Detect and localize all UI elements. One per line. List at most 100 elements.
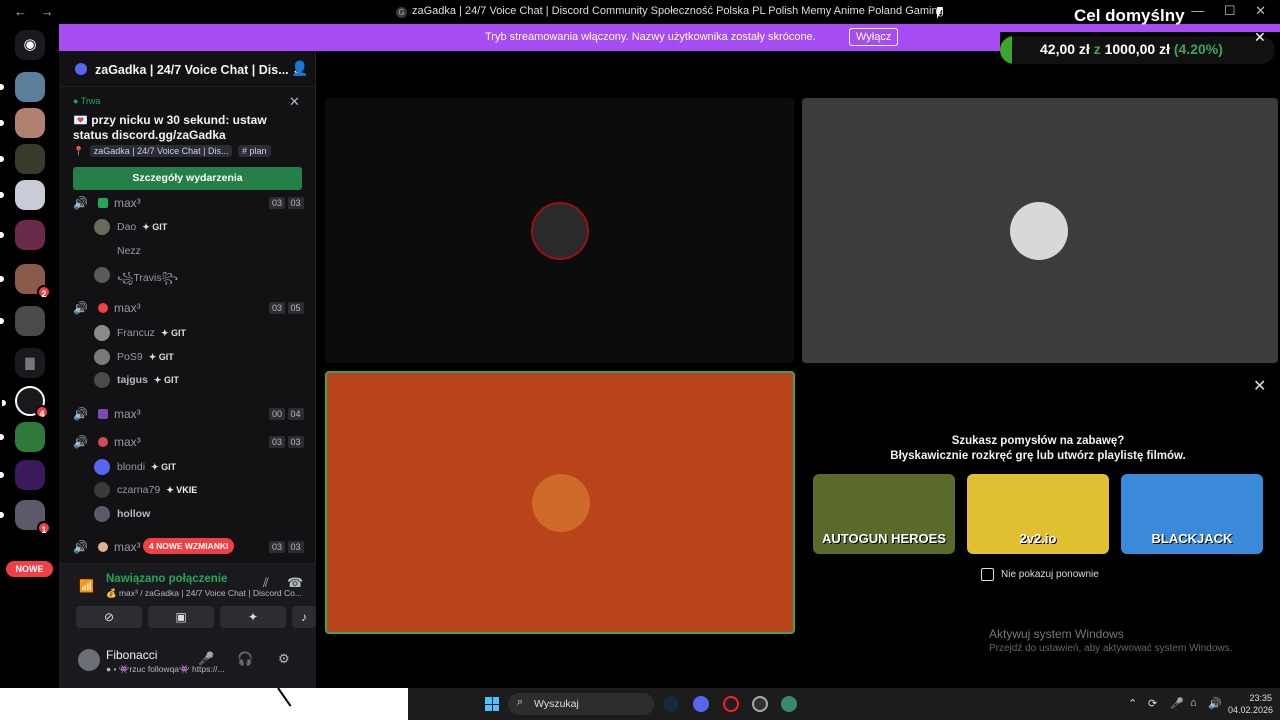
tray-mic-icon[interactable]: 🎤 [1170,697,1184,710]
browser-icon[interactable] [781,696,797,712]
back-button[interactable]: ← [14,4,27,19]
banner-close-icon[interactable]: ✕ [1254,29,1266,46]
mouse-cursor-icon [937,7,943,19]
voice-tile[interactable] [802,98,1278,363]
voice-member[interactable]: Francuz ✦ GIT [94,325,294,343]
server-icon[interactable] [0,72,45,102]
avatar [94,219,110,235]
server-icon[interactable] [0,144,45,174]
new-mentions-pill[interactable]: 4 NOWE WZMIANKI [143,538,235,554]
taskbar-clock[interactable]: 23:35 04.02.2026 [1228,692,1273,716]
server-icon[interactable]: 2 [0,264,51,299]
server-header[interactable]: zaGadka | 24/7 Voice Chat | Dis... ⌄ 👤 [59,51,316,87]
voice-channel[interactable]: 🔊 max³ 4 NOWE WZMIANKI 03 03 [73,538,305,557]
app-icon[interactable] [752,696,768,712]
windows-activation-title: Aktywuj system Windows [989,627,1124,641]
event-location-channel[interactable]: # plan [238,145,271,157]
member-name: ꧁Travis꧂ [117,272,178,284]
steam-icon[interactable] [663,696,679,712]
server-icon[interactable] [0,460,45,490]
server-icon[interactable]: 4 [2,386,49,419]
search-placeholder: Wyszukaj [534,698,579,710]
voice-tile[interactable] [325,98,794,363]
channel-name: max³ [114,196,141,210]
voice-channel[interactable]: 🔊 max³ 03 05 [73,300,305,318]
dont-show-again-label[interactable]: Nie pokazuj ponownie [1001,569,1099,580]
voice-member[interactable]: PoS9 ✦ GIT [94,349,294,367]
windows-activation-subtitle: Przejdź do ustawień, aby aktywować syste… [989,643,1233,654]
opera-icon[interactable] [723,696,739,712]
goal-title: Cel domyślny [1074,6,1185,25]
microphone-icon[interactable]: 🎤 [198,651,214,667]
forward-button[interactable]: → [41,4,54,19]
event-location-server[interactable]: zaGadka | 24/7 Voice Chat | Dis... [89,145,233,157]
goal-percent: (4.20%) [1173,41,1223,57]
tray-chevron-icon[interactable]: ⌃ [1128,697,1137,710]
voice-channel[interactable]: 🔊 max³ 00 04 [73,406,305,424]
server-icon[interactable] [0,108,45,138]
user-panel: Fibonacci ● • 👾rzuc followqa👾 https://..… [59,641,316,688]
channel-emoji-icon [98,409,108,419]
disable-streamer-mode-button[interactable]: Wyłącz [849,28,899,46]
server-icon [75,63,87,75]
server-icon[interactable] [0,306,45,336]
avatar [532,474,590,532]
voice-tile-speaking[interactable] [325,371,795,634]
goal-target: 1000,00 zł [1104,41,1170,57]
share-screen-button[interactable]: ▣ [148,606,214,628]
settings-gear-icon[interactable]: ⚙ [278,651,290,667]
windows-start-icon[interactable] [485,697,499,711]
location-pin-icon: 📍 [73,146,85,156]
tray-network-icon[interactable]: ⌂ [1190,697,1197,709]
voice-member[interactable]: hollow [94,506,294,524]
channel-name: max³ [114,540,141,554]
invite-people-icon[interactable]: 👤 [291,60,308,77]
game-card[interactable]: BLACKJACK [1121,474,1263,554]
taskbar-search[interactable]: ⌕ Wyszukaj [508,693,654,715]
channel-emoji-icon [98,437,108,447]
discord-icon[interactable] [693,696,709,712]
channel-name: max³ [114,301,141,315]
voice-member[interactable]: ꧁Travis꧂ [94,267,294,285]
server-icon[interactable] [0,220,45,250]
noise-suppression-icon[interactable]: ⫽ [263,575,269,591]
voice-member[interactable]: tajgus ✦ GIT [94,372,294,390]
member-name: Francuz ✦ GIT [117,327,186,339]
donation-goal-overlay: Cel domyślny 42,00 zł z 1000,00 zł (4.20… [1000,6,1275,64]
connection-status[interactable]: Nawiązano połączenie [106,573,227,585]
tray-volume-icon[interactable]: 🔊 [1208,697,1222,710]
event-details-button[interactable]: Szczegóły wydarzenia [73,167,302,190]
camera-off-button[interactable]: ⊘ [76,606,142,628]
activities-button[interactable]: ✦ [220,606,286,628]
user-name[interactable]: Fibonacci [106,648,157,662]
avatar [94,506,110,522]
event-title: 💌 przy nicku w 30 sekund: ustaw status d… [73,113,267,142]
game-card[interactable]: 2v2.io [967,474,1109,554]
new-unreads-pill[interactable]: NOWE [6,561,53,577]
voice-channel[interactable]: 🔊 max³ 03 03 [73,195,305,213]
voice-member[interactable]: Dao ✦ GIT [94,219,294,237]
avatar[interactable] [78,649,100,671]
discord-home-icon[interactable]: ◉ [15,30,45,60]
soundboard-button[interactable]: ♪ [292,606,316,628]
voice-channel[interactable]: 🔊 max³ 03 03 [73,434,305,452]
activity-suggestions-panel: ✕ Szukasz pomysłów na zabawę? Błyskawicz… [803,370,1280,635]
server-icon[interactable] [0,180,45,210]
server-icon[interactable] [0,422,45,452]
connection-channel[interactable]: 💰 max³ / zaGadka | 24/7 Voice Chat | Dis… [106,588,302,599]
voice-member[interactable]: blondi ✦ GIT [94,459,294,477]
member-name: Nezz [117,245,141,257]
drawing-area [0,687,408,720]
game-card[interactable]: AUTOGUN HEROES [813,474,955,554]
folder-icon[interactable]: ▇ [15,348,45,378]
disconnect-icon[interactable]: ☎ [287,575,303,591]
voice-member[interactable]: czarna79 ✦ VKIE [94,482,294,500]
server-icon[interactable]: 1 [0,500,51,535]
activity-close-icon[interactable]: ✕ [1253,376,1266,396]
tray-sync-icon[interactable]: ⟳ [1148,697,1157,710]
dont-show-again-checkbox[interactable] [981,568,994,581]
channel-emoji-icon [98,303,108,313]
voice-member[interactable]: Nezz [94,243,294,261]
headphones-icon[interactable]: 🎧 [237,651,253,667]
event-close-icon[interactable]: ✕ [289,94,300,110]
